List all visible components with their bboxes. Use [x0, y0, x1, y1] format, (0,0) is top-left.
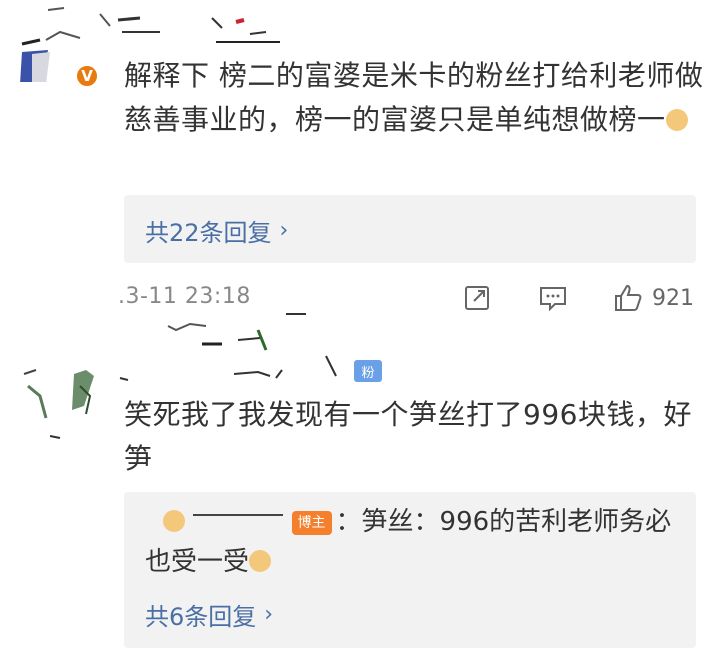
- reply-text: ：笋丝：996的苦利老师务必也受一受: [145, 507, 672, 577]
- reply-count-label: 共6条回复: [145, 603, 257, 631]
- comment-body: 笑死我了我发现有一个笋丝打了996块钱，好笋: [124, 398, 692, 475]
- reply-count-label: 共22条回复: [145, 219, 272, 247]
- username-obscured[interactable]: [40, 2, 320, 52]
- view-replies-link[interactable]: 共22条回复 ›: [145, 213, 288, 248]
- reply-preview: 博主 ：笋丝：996的苦利老师务必也受一受: [145, 502, 685, 582]
- chevron-right-icon: ›: [264, 602, 274, 627]
- reply-box[interactable]: 博主 ：笋丝：996的苦利老师务必也受一受 共6条回复 ›: [124, 492, 696, 648]
- comment-body: 解释下 榜二的富婆是米卡的粉丝打给利老师做慈善事业的，榜一的富婆只是单纯想做榜一: [124, 59, 704, 136]
- avatar-image: [23, 369, 94, 439]
- chevron-right-icon: ›: [279, 218, 289, 243]
- comment-2: 粉 笑死我了我发现有一个笋丝打了996块钱，好笋 博主 ：笋丝：996的苦利老师务…: [0, 300, 720, 651]
- host-tag: 博主: [291, 511, 332, 535]
- fist-emoji-icon: [249, 550, 272, 572]
- avatar[interactable]: [20, 366, 110, 446]
- replier-avatar-icon: [163, 510, 185, 532]
- fan-tag: 粉: [354, 360, 382, 382]
- view-replies-link[interactable]: 共6条回复 ›: [145, 597, 273, 632]
- reply-box[interactable]: 共22条回复 ›: [124, 195, 696, 263]
- replier-name-obscured[interactable]: [193, 506, 284, 516]
- verified-badge-icon: V: [75, 64, 99, 88]
- username-obscured[interactable]: [110, 300, 350, 390]
- doge-emoji-icon: [665, 109, 688, 131]
- comment-1: V 解释下 榜二的富婆是米卡的粉丝打给利老师做慈善事业的，榜一的富婆只是单纯想做…: [0, 0, 720, 330]
